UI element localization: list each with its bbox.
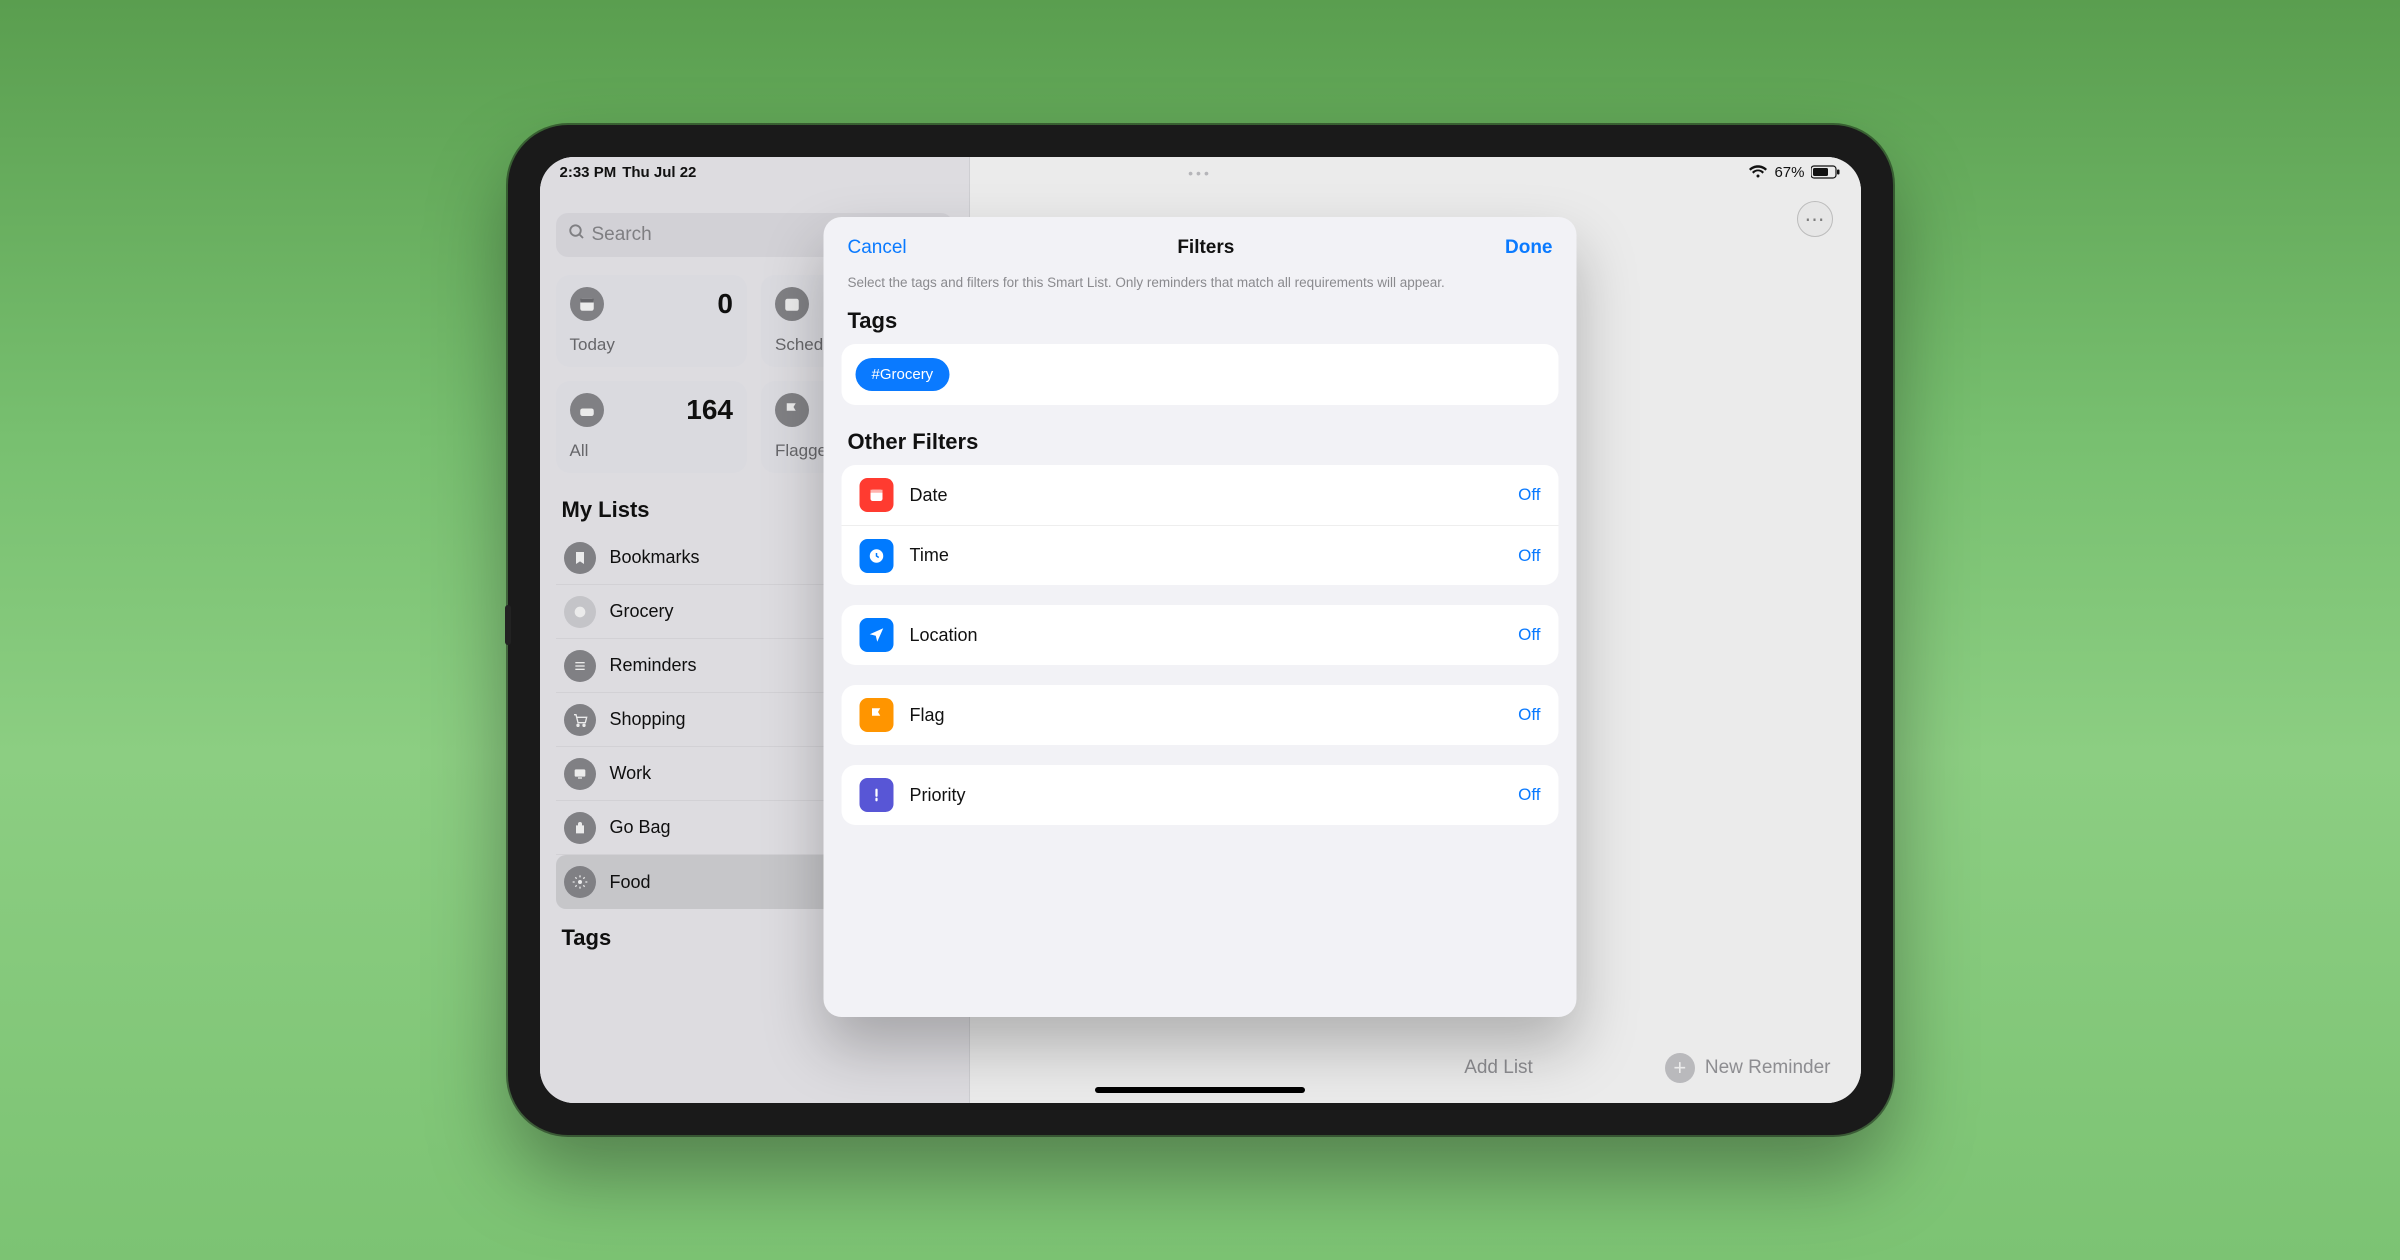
plus-circle-icon: + <box>1665 1053 1695 1083</box>
filter-group-flag: Flag Off <box>842 685 1559 745</box>
list-label: Food <box>610 872 651 893</box>
filter-row-time[interactable]: Time Off <box>842 525 1559 585</box>
calendar-icon <box>570 287 604 321</box>
status-time: 2:33 PM <box>560 164 617 181</box>
ellipsis-icon: ⋯ <box>1805 207 1825 232</box>
bag-icon <box>564 812 596 844</box>
ipad-frame: 2:33 PM Thu Jul 22 67% ••• <box>508 125 1893 1135</box>
add-list-button[interactable]: Add List <box>1464 1057 1533 1079</box>
filters-modal: Cancel Filters Done Select the tags and … <box>824 217 1577 1017</box>
flag-icon <box>860 698 894 732</box>
modal-help-text: Select the tags and filters for this Sma… <box>824 271 1577 304</box>
filter-value: Off <box>1518 705 1540 725</box>
list-label: Work <box>610 763 652 784</box>
battery-percent: 67% <box>1774 164 1804 181</box>
filter-row-flag[interactable]: Flag Off <box>842 685 1559 745</box>
tag-chip-grocery[interactable]: #Grocery <box>856 358 950 391</box>
list-icon <box>564 650 596 682</box>
filter-label: Date <box>910 485 948 506</box>
home-indicator[interactable] <box>1095 1087 1305 1093</box>
modal-title: Filters <box>1177 237 1234 259</box>
ipad-side-button <box>505 605 511 645</box>
calendar-icon <box>860 478 894 512</box>
filter-label: Priority <box>910 785 966 806</box>
cart-icon <box>564 704 596 736</box>
list-label: Shopping <box>610 709 686 730</box>
flag-icon <box>775 393 809 427</box>
filter-group-priority: Priority Off <box>842 765 1559 825</box>
priority-icon <box>860 778 894 812</box>
card-all[interactable]: 164 All <box>556 381 748 473</box>
filter-group-location: Location Off <box>842 605 1559 665</box>
list-label: Reminders <box>610 655 697 676</box>
more-button[interactable]: ⋯ <box>1797 201 1833 237</box>
calendar-icon <box>775 287 809 321</box>
card-today[interactable]: 0 Today <box>556 275 748 367</box>
multitask-dots-icon[interactable]: ••• <box>1188 165 1212 181</box>
modal-navbar: Cancel Filters Done <box>824 217 1577 271</box>
tags-group-title: Tags <box>824 304 1577 344</box>
display-icon <box>564 758 596 790</box>
filter-group-date-time: Date Off Time Off <box>842 465 1559 585</box>
card-count: 0 <box>717 288 733 320</box>
search-placeholder: Search <box>592 224 652 246</box>
bookmark-icon <box>564 542 596 574</box>
filter-value: Off <box>1518 485 1540 505</box>
status-date: Thu Jul 22 <box>622 164 696 181</box>
screen: 2:33 PM Thu Jul 22 67% ••• <box>540 157 1861 1103</box>
cancel-button[interactable]: Cancel <box>848 237 907 259</box>
grocery-icon <box>564 596 596 628</box>
filter-row-location[interactable]: Location Off <box>842 605 1559 665</box>
filter-value: Off <box>1518 625 1540 645</box>
other-filters-title: Other Filters <box>824 425 1577 465</box>
bottom-toolbar: Add List + New Reminder <box>970 1053 1861 1083</box>
filter-label: Flag <box>910 705 945 726</box>
filter-label: Location <box>910 625 978 646</box>
list-label: Go Bag <box>610 817 671 838</box>
new-reminder-label: New Reminder <box>1705 1057 1831 1079</box>
filter-value: Off <box>1518 785 1540 805</box>
card-count: 164 <box>686 394 733 426</box>
battery-icon <box>1811 165 1841 179</box>
filter-label: Time <box>910 545 949 566</box>
done-button[interactable]: Done <box>1505 237 1553 259</box>
wifi-icon <box>1748 165 1768 179</box>
tray-icon <box>570 393 604 427</box>
new-reminder-button[interactable]: + New Reminder <box>1665 1053 1831 1083</box>
gear-icon <box>564 866 596 898</box>
clock-icon <box>860 539 894 573</box>
card-label: All <box>570 441 734 461</box>
filter-row-priority[interactable]: Priority Off <box>842 765 1559 825</box>
list-label: Bookmarks <box>610 547 700 568</box>
card-label: Today <box>570 335 734 355</box>
tags-card: #Grocery <box>842 344 1559 405</box>
filter-value: Off <box>1518 546 1540 566</box>
list-label: Grocery <box>610 601 674 622</box>
location-icon <box>860 618 894 652</box>
search-icon <box>568 223 586 247</box>
filter-row-date[interactable]: Date Off <box>842 465 1559 525</box>
